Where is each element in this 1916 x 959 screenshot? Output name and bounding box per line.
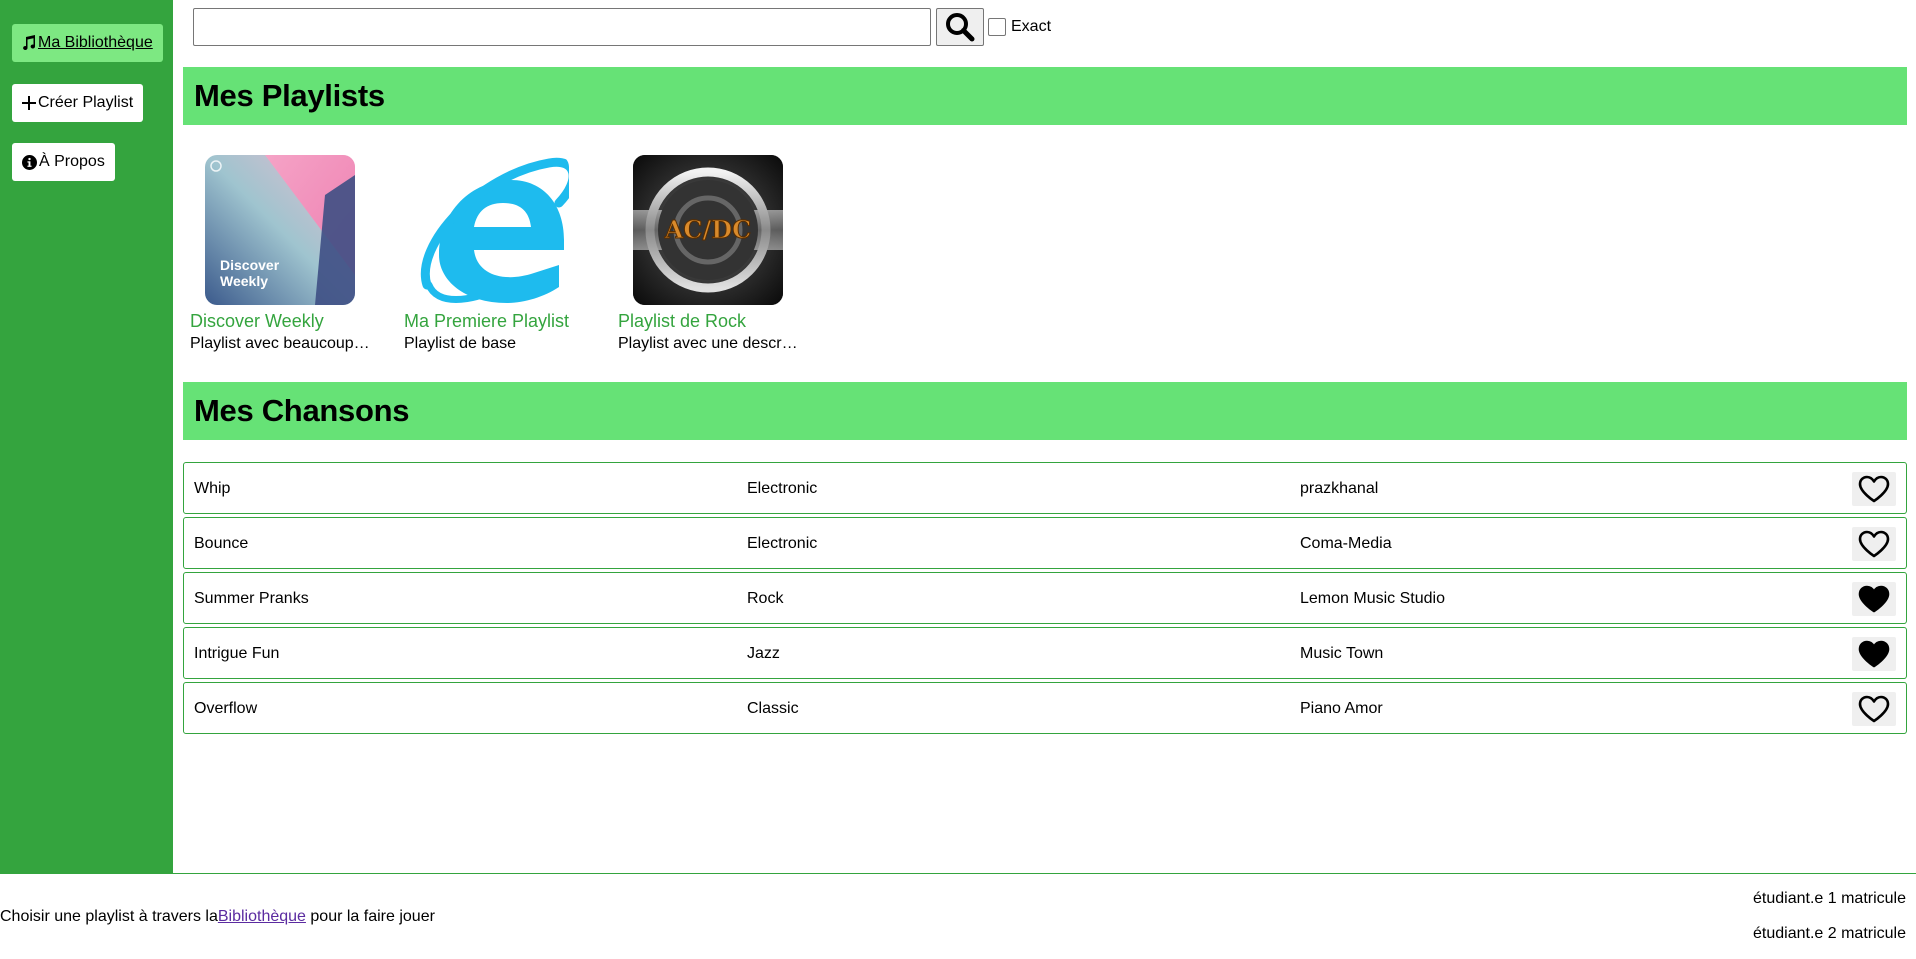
playlist-description: Playlist avec beaucoup de chansons (190, 335, 370, 352)
student-1-matricule: étudiant.e 1 matricule (1753, 890, 1906, 907)
song-artist: prazkhanal (1300, 480, 1379, 497)
library-link[interactable]: Bibliothèque (218, 908, 306, 925)
playlist-cover-text: AC/DC (664, 215, 751, 244)
heart-outline-icon (1858, 475, 1890, 503)
sidebar-item-label: Ma Bibliothèque (38, 34, 153, 51)
song-title: Whip (194, 480, 231, 497)
song-genre: Classic (747, 700, 799, 717)
song-row[interactable]: Summer Pranks Rock Lemon Music Studio (183, 572, 1907, 624)
sidebar-item-about[interactable]: À Propos (12, 143, 115, 181)
exact-checkbox[interactable] (988, 18, 1006, 36)
song-row[interactable]: Intrigue Fun Jazz Music Town (183, 627, 1907, 679)
sidebar-item-library[interactable]: Ma Bibliothèque (12, 24, 163, 62)
search-button[interactable] (936, 8, 984, 46)
playlist-name[interactable]: Playlist de Rock (618, 311, 746, 332)
favorite-button[interactable] (1852, 472, 1896, 506)
heart-filled-icon (1858, 585, 1890, 613)
footer-text: Choisir une playlist à travers la (0, 908, 218, 925)
song-row[interactable]: Bounce Electronic Coma-Media (183, 517, 1907, 569)
search-icon (946, 13, 975, 42)
favorite-button[interactable] (1852, 637, 1896, 671)
song-artist: Piano Amor (1300, 700, 1383, 717)
song-artist: Music Town (1300, 645, 1384, 662)
sidebar-item-create-playlist[interactable]: Créer Playlist (12, 84, 144, 122)
sidebar: Ma Bibliothèque Créer Playlist À Propos (0, 0, 173, 874)
sidebar-item-label: Créer Playlist (38, 94, 134, 111)
songs-header: Mes Chansons (183, 382, 1907, 440)
song-row[interactable]: Overflow Classic Piano Amor (183, 682, 1907, 734)
music-note-icon (23, 35, 35, 50)
footer: Choisir une playlist à travers laBibliot… (0, 873, 1916, 959)
heart-outline-icon (1858, 530, 1890, 558)
plus-icon (22, 96, 36, 110)
section-title: Mes Chansons (194, 393, 410, 428)
search-input[interactable] (193, 8, 931, 46)
song-artist: Coma-Media (1300, 535, 1392, 552)
playlist-cover-image (419, 155, 569, 305)
song-title: Overflow (194, 700, 258, 717)
playlist-cover-text: Weekly (220, 273, 268, 289)
footer-text: pour la faire jouer (305, 908, 435, 925)
song-genre: Electronic (747, 535, 818, 552)
song-title: Intrigue Fun (194, 645, 280, 662)
footer-hint: Choisir une playlist à travers laBibliot… (0, 908, 435, 926)
playlist-cover-image: AC/DC (633, 155, 783, 305)
heart-filled-icon (1858, 640, 1890, 668)
info-icon (22, 154, 37, 170)
playlist-description: Playlist de base (404, 335, 517, 352)
section-title: Mes Playlists (194, 78, 385, 113)
playlist-description: Playlist avec une description (618, 335, 798, 352)
song-genre: Electronic (747, 480, 818, 497)
song-row[interactable]: Whip Electronic prazkhanal (183, 462, 1907, 514)
playlist-cover-image: Discover Weekly (205, 155, 355, 305)
song-title: Bounce (194, 535, 249, 552)
favorite-button[interactable] (1852, 692, 1896, 726)
favorite-button[interactable] (1852, 582, 1896, 616)
exact-label: Exact (1011, 18, 1052, 35)
playlists-header: Mes Playlists (183, 67, 1907, 125)
heart-outline-icon (1858, 695, 1890, 723)
playlist-cover-text: Discover (220, 257, 280, 273)
student-2-matricule: étudiant.e 2 matricule (1753, 925, 1906, 942)
song-genre: Jazz (747, 645, 780, 662)
song-title: Summer Pranks (194, 590, 309, 607)
favorite-button[interactable] (1852, 527, 1896, 561)
sidebar-item-label: À Propos (39, 153, 105, 170)
song-genre: Rock (747, 590, 784, 607)
song-artist: Lemon Music Studio (1300, 590, 1445, 607)
playlist-name[interactable]: Ma Premiere Playlist (404, 311, 569, 332)
playlist-name[interactable]: Discover Weekly (190, 311, 324, 332)
